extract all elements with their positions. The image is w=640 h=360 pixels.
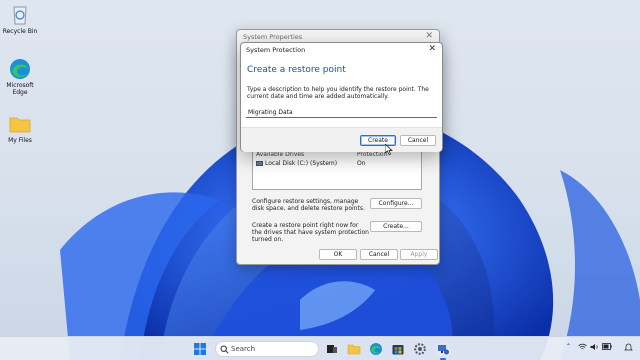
volume-icon[interactable]: [590, 343, 599, 353]
cancel-button[interactable]: Cancel: [360, 249, 398, 260]
dialog-heading: Create a restore point: [247, 65, 346, 75]
close-icon[interactable]: ✕: [428, 44, 436, 54]
start-icon[interactable]: [193, 342, 207, 356]
configure-description: Configure restore settings, manage disk …: [252, 198, 365, 212]
column-header-protection: Protection: [357, 151, 388, 158]
desktop-icon-label: My Files: [8, 137, 32, 144]
restore-point-description-input[interactable]: Migrating Data: [246, 107, 437, 118]
search-icon: [220, 345, 229, 356]
desktop-icon-edge[interactable]: Microsoft Edge: [0, 58, 40, 96]
recycle-bin-icon: [8, 4, 32, 26]
file-explorer-icon[interactable]: [347, 342, 361, 356]
drive-icon: [256, 161, 263, 166]
settings-icon[interactable]: [413, 342, 427, 356]
desktop-icon-label: Microsoft Edge: [6, 82, 34, 96]
mouse-cursor-icon: [384, 143, 393, 157]
column-header-drives: Available Drives: [256, 151, 305, 158]
apply-button[interactable]: Apply: [400, 249, 438, 260]
system-properties-icon[interactable]: [436, 342, 450, 356]
system-protection-titlebar[interactable]: System Protection ✕: [241, 43, 442, 58]
window-title: System Properties: [243, 33, 303, 41]
create-restore-point-button[interactable]: Create...: [370, 221, 422, 232]
folder-icon: [8, 113, 32, 135]
drives-list-header: Available Drives Protection: [255, 151, 421, 159]
desktop-icon-label: Recycle Bin: [2, 28, 38, 35]
battery-icon[interactable]: [602, 343, 612, 352]
chevron-up-icon[interactable]: ⌃: [566, 343, 571, 350]
search-label: Search: [231, 345, 256, 353]
dialog-cancel-button[interactable]: Cancel: [400, 135, 436, 146]
drive-name: Local Disk (C:) (System): [265, 160, 338, 167]
desktop-icon-recycle-bin[interactable]: Recycle Bin: [0, 4, 40, 35]
close-icon[interactable]: ✕: [425, 31, 433, 41]
notification-icon[interactable]: [624, 343, 633, 354]
wifi-icon[interactable]: [578, 343, 587, 353]
drive-protection-status: On: [357, 160, 366, 167]
available-drives-list[interactable]: Available Drives Protection Local Disk (…: [252, 150, 422, 190]
ok-button[interactable]: OK: [319, 249, 357, 260]
microsoft-store-icon[interactable]: [391, 342, 405, 356]
edge-icon: [8, 58, 32, 80]
create-description: Create a restore point right now for the…: [252, 222, 369, 243]
task-view-icon[interactable]: [325, 342, 339, 356]
configure-button[interactable]: Configure...: [370, 198, 422, 209]
dialog-description: Type a description to help you identify …: [247, 86, 429, 100]
taskbar-search-box[interactable]: Search: [215, 341, 319, 357]
taskbar: Search ⌃: [0, 336, 640, 360]
desktop-icon-my-files[interactable]: My Files: [0, 113, 40, 144]
edge-icon[interactable]: [369, 342, 383, 356]
dialog-title: System Protection: [246, 46, 306, 54]
drive-row[interactable]: Local Disk (C:) (System) On: [255, 159, 421, 168]
